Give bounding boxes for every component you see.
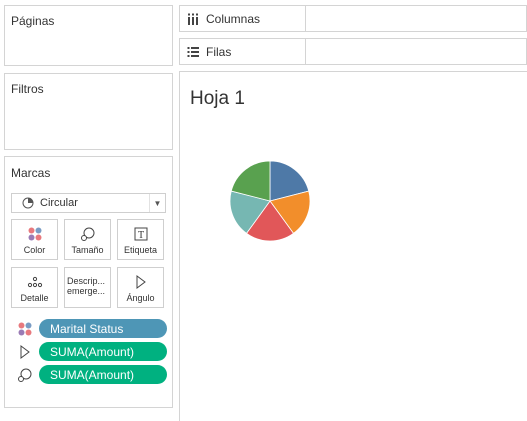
- detail-label: Detalle: [20, 293, 49, 303]
- size-icon: [80, 227, 94, 241]
- marks-pill-row: SUMA(Amount): [17, 342, 167, 361]
- marks-pill-row: SUMA(Amount): [17, 365, 167, 384]
- rows-shelf[interactable]: Filas: [179, 38, 527, 65]
- label-button[interactable]: T Etiqueta: [117, 219, 164, 260]
- columns-icon: [188, 13, 198, 25]
- columns-shelf[interactable]: Columnas: [179, 5, 527, 32]
- pill-label: Marital Status: [50, 321, 124, 336]
- rows-label: Filas: [206, 44, 232, 59]
- pill-label: SUMA(Amount): [50, 344, 135, 359]
- pie-chart[interactable]: [229, 160, 311, 242]
- color-button[interactable]: Color: [11, 219, 58, 260]
- marks-pill-row: Marital Status: [17, 319, 167, 338]
- svg-text:T: T: [137, 230, 143, 241]
- size-sum-amount-pill[interactable]: SUMA(Amount): [39, 365, 167, 384]
- angle-icon: [20, 344, 30, 359]
- angle-label: Ángulo: [126, 293, 155, 303]
- chevron-down-icon[interactable]: ▼: [149, 194, 165, 212]
- mark-type-dropdown[interactable]: Circular ▼: [11, 193, 166, 213]
- size-button[interactable]: Tamaño: [64, 219, 111, 260]
- worksheet-view[interactable]: Hoja 1: [179, 71, 527, 421]
- marital-status-pill[interactable]: Marital Status: [39, 319, 167, 338]
- text-label-icon: T: [134, 227, 147, 241]
- color-label: Color: [23, 245, 46, 255]
- color-dots-icon: [18, 322, 32, 335]
- size-label: Tamaño: [71, 245, 104, 255]
- angle-icon: [136, 275, 146, 289]
- tooltip-label: Descrip... emerge...: [67, 276, 106, 296]
- detail-button[interactable]: Detalle: [11, 267, 58, 308]
- marks-card: Marcas Circular ▼ Color Tamaño T Etiquet…: [4, 156, 173, 408]
- columns-label: Columnas: [206, 11, 261, 26]
- sheet-title[interactable]: Hoja 1: [190, 88, 245, 110]
- tableau-worksheet: Páginas Filtros Marcas Circular ▼ Color: [0, 0, 527, 421]
- marks-title: Marcas: [11, 166, 51, 180]
- filters-card[interactable]: Filtros: [4, 73, 173, 150]
- detail-dots-icon: [27, 276, 42, 288]
- columns-drop-zone[interactable]: [305, 6, 526, 31]
- rows-drop-zone[interactable]: [305, 39, 526, 64]
- mark-type-label: Circular: [40, 197, 78, 209]
- pill-label: SUMA(Amount): [50, 367, 135, 382]
- tooltip-button[interactable]: Descrip... emerge...: [64, 267, 111, 308]
- angle-sum-amount-pill[interactable]: SUMA(Amount): [39, 342, 167, 361]
- pie-mark-icon: [22, 197, 34, 209]
- color-dots-icon: [28, 227, 41, 241]
- angle-button[interactable]: Ángulo: [117, 267, 164, 308]
- filters-title: Filtros: [11, 82, 44, 96]
- label-card-label: Etiqueta: [123, 245, 158, 255]
- pages-card[interactable]: Páginas: [4, 5, 173, 66]
- size-icon: [18, 368, 32, 382]
- rows-icon: [187, 46, 199, 57]
- pages-title: Páginas: [11, 14, 55, 28]
